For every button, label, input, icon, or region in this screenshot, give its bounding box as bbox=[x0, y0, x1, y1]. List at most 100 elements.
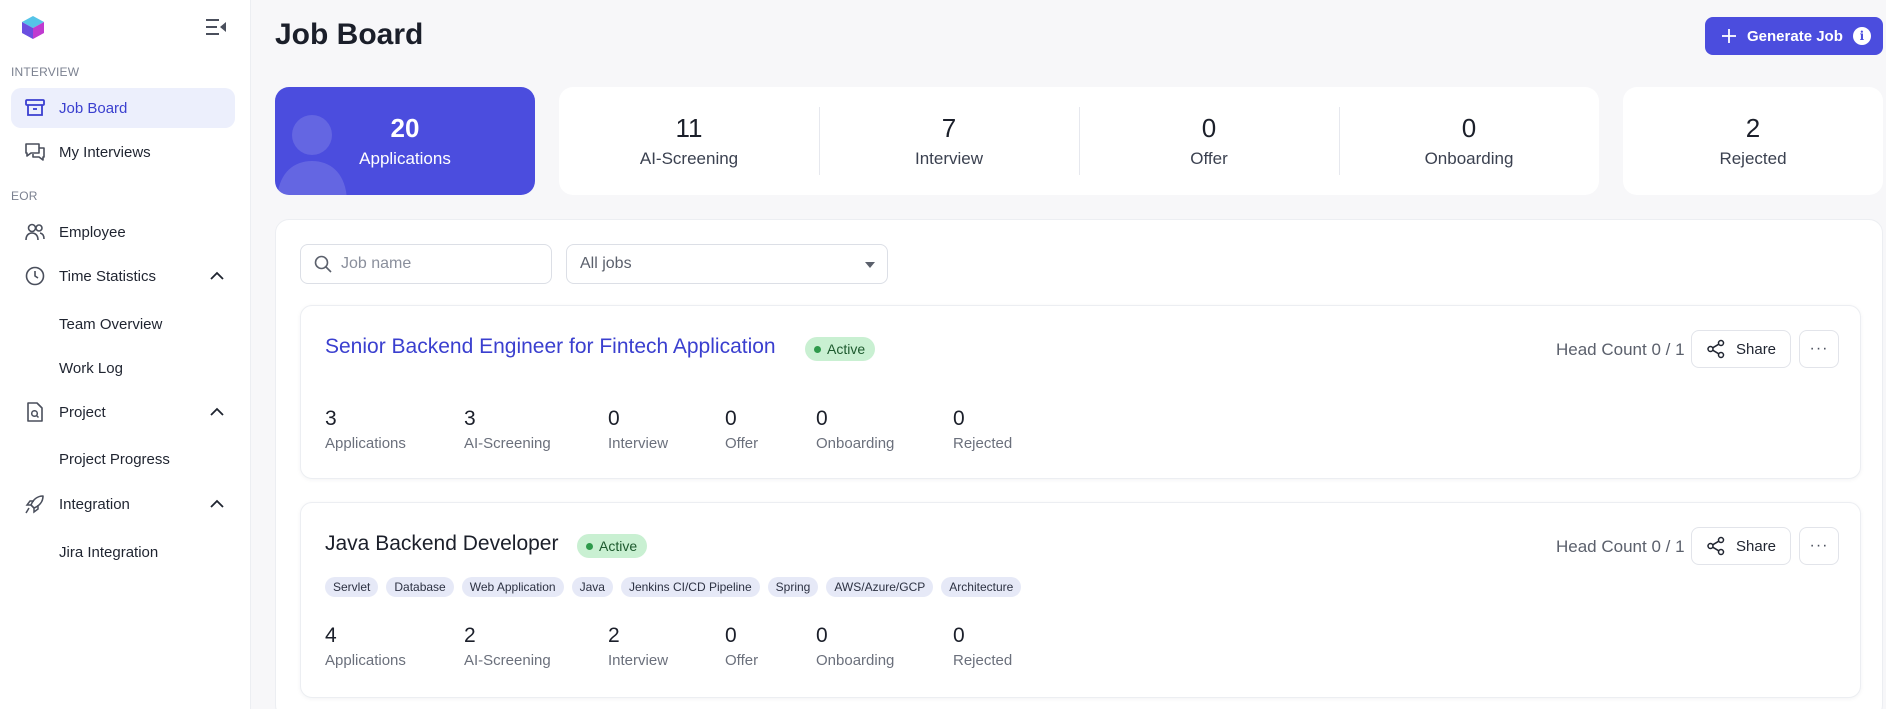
job-stat-interview[interactable]: 2 Interview bbox=[608, 624, 668, 669]
stat-card-onboarding[interactable]: 0 Onboarding bbox=[1339, 87, 1599, 195]
status-badge: Active bbox=[577, 534, 648, 558]
sidebar-item-work-log[interactable]: Work Log bbox=[59, 360, 123, 377]
job-stat-ai-screening[interactable]: 2 AI-Screening bbox=[464, 624, 551, 669]
job-stat-value: 0 bbox=[725, 407, 737, 430]
info-icon[interactable]: i bbox=[1852, 27, 1871, 45]
job-stat-applications[interactable]: 3 Applications bbox=[325, 407, 406, 452]
job-stat-rejected[interactable]: 0 Rejected bbox=[953, 407, 1012, 452]
job-list-panel: All jobs Senior Backend Engineer for Fin… bbox=[275, 219, 1883, 709]
stat-value: 11 bbox=[675, 113, 703, 143]
sidebar-item-time-statistics[interactable]: Time Statistics bbox=[11, 256, 235, 296]
status-dot bbox=[814, 345, 821, 353]
stat-card-applications[interactable]: 20 Applications bbox=[275, 87, 535, 195]
ellipsis-icon[interactable]: ··· bbox=[1799, 330, 1839, 368]
users-icon bbox=[23, 220, 47, 244]
sidebar-item-team-overview[interactable]: Team Overview bbox=[59, 316, 162, 333]
share-icon bbox=[1707, 536, 1725, 556]
job-stat-label: Offer bbox=[725, 435, 759, 452]
job-card: Senior Backend Engineer for Fintech Appl… bbox=[300, 305, 1861, 479]
skill-tag: Servlet bbox=[325, 577, 379, 597]
share-button[interactable]: Share bbox=[1691, 527, 1791, 565]
sidebar-item-job-board[interactable]: Job Board bbox=[11, 88, 235, 128]
job-stat-value: 0 bbox=[816, 624, 828, 647]
document-search-icon bbox=[23, 400, 47, 424]
skill-tag: Spring bbox=[767, 577, 819, 597]
archive-box-icon bbox=[23, 96, 47, 120]
job-filter-select[interactable]: All jobs bbox=[566, 244, 888, 284]
page-title: Job Board bbox=[275, 18, 424, 51]
status-dot bbox=[586, 542, 593, 550]
ellipsis-icon[interactable]: ··· bbox=[1799, 527, 1839, 565]
job-stat-value: 3 bbox=[325, 407, 337, 430]
skill-tag: AWS/Azure/GCP bbox=[826, 577, 934, 597]
sidebar-item-project[interactable]: Project bbox=[11, 392, 235, 432]
stat-value: 20 bbox=[390, 113, 420, 143]
status-text: Active bbox=[827, 341, 866, 357]
skill-tag: Web Application bbox=[461, 577, 564, 597]
cube-logo-icon[interactable] bbox=[20, 14, 46, 40]
job-stat-offer[interactable]: 0 Offer bbox=[725, 407, 758, 452]
job-title[interactable]: Senior Backend Engineer for Fintech Appl… bbox=[325, 335, 776, 359]
sidebar-item-my-interviews[interactable]: My Interviews bbox=[11, 132, 235, 172]
job-stat-label: Applications bbox=[325, 652, 406, 669]
job-stat-value: 0 bbox=[953, 407, 965, 430]
stat-card-ai-screening[interactable]: 11 AI-Screening bbox=[559, 87, 819, 195]
stat-value: 2 bbox=[1745, 113, 1761, 143]
job-stat-value: 0 bbox=[725, 624, 737, 647]
sidebar-item-employee[interactable]: Employee bbox=[11, 212, 235, 252]
share-button[interactable]: Share bbox=[1691, 330, 1791, 368]
section-label-interview: INTERVIEW bbox=[11, 65, 80, 79]
stat-card-interview[interactable]: 7 Interview bbox=[819, 87, 1079, 195]
head-count: Head Count 0 / 1 bbox=[1556, 537, 1685, 556]
stat-label: Applications bbox=[359, 149, 451, 168]
sidebar-item-label: Project bbox=[59, 403, 106, 421]
skill-tags: Servlet Database Web Application Java Je… bbox=[325, 577, 1022, 597]
job-stat-interview[interactable]: 0 Interview bbox=[608, 407, 668, 452]
stat-card-offer[interactable]: 0 Offer bbox=[1079, 87, 1339, 195]
job-stat-label: AI-Screening bbox=[464, 435, 551, 452]
job-stat-onboarding[interactable]: 0 Onboarding bbox=[816, 624, 894, 669]
head-count: Head Count 0 / 1 bbox=[1556, 340, 1685, 359]
share-label: Share bbox=[1736, 340, 1777, 358]
stat-label: Offer bbox=[1190, 149, 1228, 168]
stat-value: 0 bbox=[1201, 113, 1217, 143]
clock-icon bbox=[23, 264, 47, 288]
sidebar-collapse-icon[interactable] bbox=[204, 16, 228, 38]
chevron-up-icon[interactable] bbox=[207, 402, 227, 422]
job-stat-label: Onboarding bbox=[816, 435, 895, 452]
search-box[interactable] bbox=[300, 244, 552, 284]
stat-label: Interview bbox=[914, 149, 984, 168]
stat-card-rejected[interactable]: 2 Rejected bbox=[1623, 87, 1883, 195]
search-icon bbox=[314, 255, 332, 273]
generate-job-button[interactable]: Generate Job i bbox=[1705, 17, 1883, 55]
sidebar-item-label: Time Statistics bbox=[59, 267, 156, 285]
skill-tag: Java bbox=[571, 577, 613, 597]
job-stat-value: 4 bbox=[325, 624, 337, 647]
plus-icon bbox=[1722, 29, 1736, 43]
status-text: Active bbox=[599, 538, 638, 554]
generate-job-label: Generate Job bbox=[1747, 27, 1843, 45]
job-stat-onboarding[interactable]: 0 Onboarding bbox=[816, 407, 894, 452]
job-stat-label: Offer bbox=[725, 652, 759, 669]
sidebar-item-jira-integration[interactable]: Jira Integration bbox=[59, 544, 158, 561]
job-stat-label: Interview bbox=[608, 435, 669, 452]
skill-tag: Database bbox=[386, 577, 454, 597]
job-stat-value: 2 bbox=[464, 624, 476, 647]
chevron-up-icon[interactable] bbox=[207, 266, 227, 286]
stat-label: Rejected bbox=[1719, 149, 1787, 168]
job-stat-ai-screening[interactable]: 3 AI-Screening bbox=[464, 407, 551, 452]
job-title[interactable]: Java Backend Developer bbox=[325, 532, 558, 556]
job-stat-label: Interview bbox=[608, 652, 669, 669]
sidebar-item-project-progress[interactable]: Project Progress bbox=[59, 451, 170, 468]
job-stat-rejected[interactable]: 0 Rejected bbox=[953, 624, 1012, 669]
job-stat-applications[interactable]: 4 Applications bbox=[325, 624, 406, 669]
job-stat-label: Rejected bbox=[953, 435, 1013, 452]
job-stat-offer[interactable]: 0 Offer bbox=[725, 624, 758, 669]
share-label: Share bbox=[1736, 537, 1777, 555]
chevron-up-icon[interactable] bbox=[207, 494, 227, 514]
section-label-eor: EOR bbox=[11, 189, 38, 203]
search-input[interactable] bbox=[341, 255, 541, 273]
status-badge: Active bbox=[805, 337, 876, 361]
job-stat-value: 0 bbox=[608, 407, 620, 430]
sidebar-item-integration[interactable]: Integration bbox=[11, 484, 235, 524]
